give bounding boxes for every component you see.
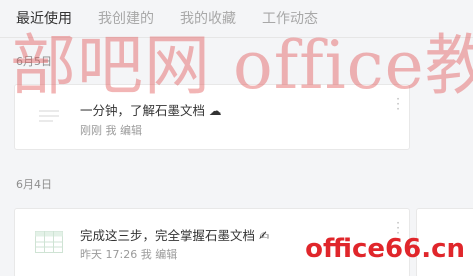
file-title: 完成这三步，完全掌握石墨文档 ✍	[80, 225, 269, 244]
page: 最近使用 我创建的 我的收藏 工作动态 6月5日 一分钟，了解石墨文档 ☁ 刚刚…	[0, 0, 473, 276]
tab-created-by-me[interactable]: 我创建的	[98, 9, 154, 29]
date-heading: 6月5日	[16, 55, 52, 68]
file-meta: 刚刚 我 编辑	[80, 124, 142, 137]
file-title-text: 完成这三步，完全掌握石墨文档	[80, 228, 256, 243]
file-title: 一分钟，了解石墨文档 ☁	[80, 100, 222, 119]
file-tabs: 最近使用 我创建的 我的收藏 工作动态	[0, 0, 473, 38]
date-heading: 6月4日	[16, 178, 52, 191]
file-title-text: 一分钟，了解石墨文档	[80, 103, 206, 118]
tab-recent[interactable]: 最近使用	[16, 9, 72, 29]
spreadsheet-icon	[35, 231, 63, 253]
tab-favorites[interactable]: 我的收藏	[180, 9, 236, 29]
file-meta: 昨天 17:26 我 编辑	[80, 248, 178, 261]
watermark-logo: office66.cn	[305, 234, 465, 264]
pencil-icon: ✍	[259, 228, 270, 243]
more-options-icon[interactable]: · · ·	[393, 93, 403, 115]
tab-activity[interactable]: 工作动态	[262, 9, 318, 29]
cloud-icon: ☁	[209, 103, 222, 118]
document-icon	[39, 110, 59, 122]
file-card[interactable]: 一分钟，了解石墨文档 ☁ 刚刚 我 编辑 · · ·	[14, 84, 410, 150]
